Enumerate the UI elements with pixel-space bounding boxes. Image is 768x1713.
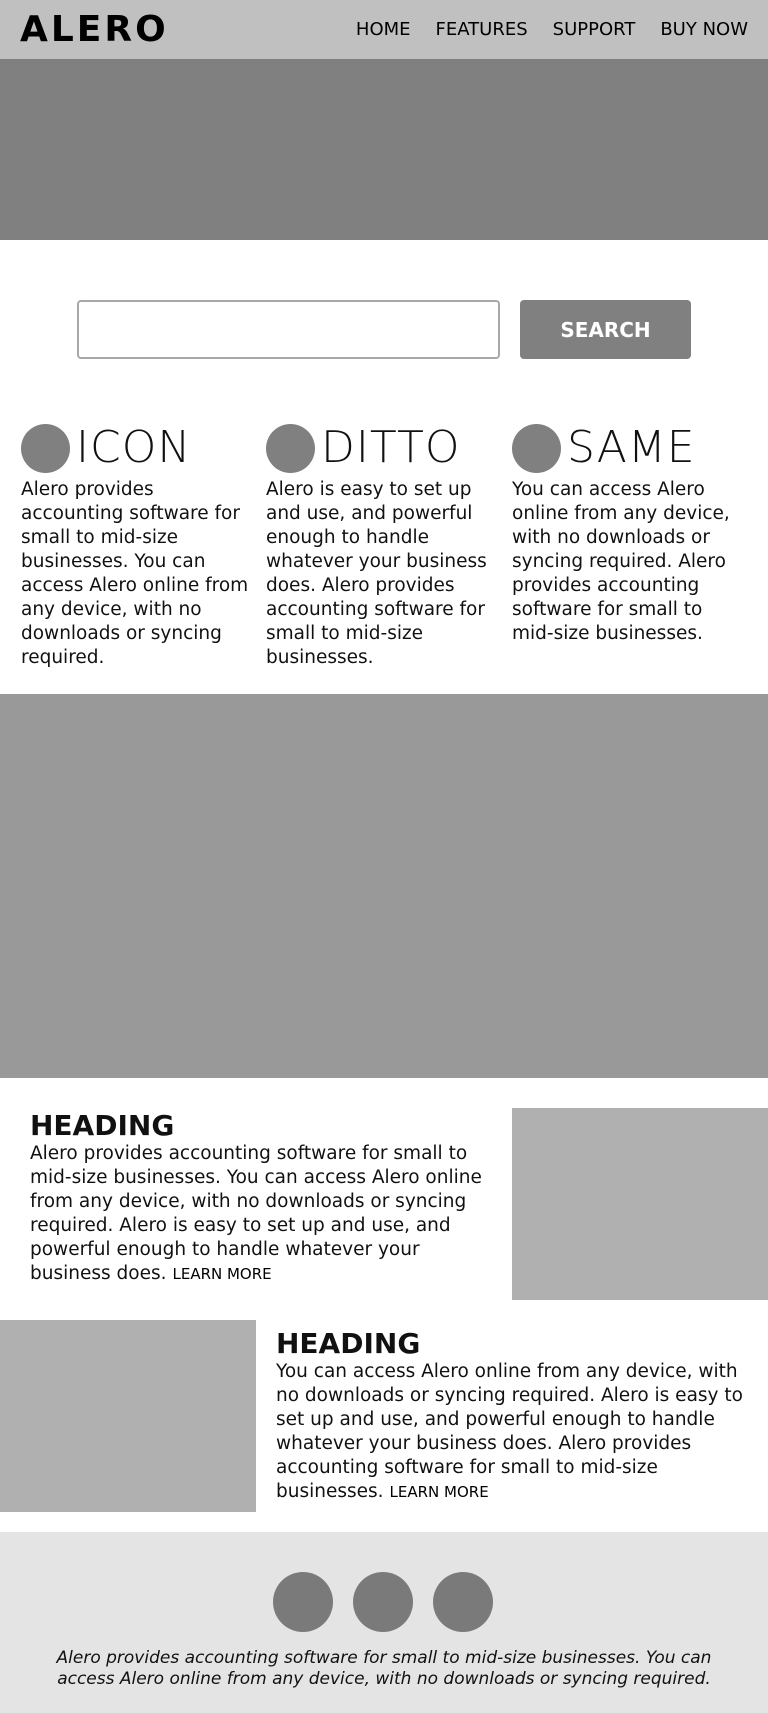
- site-header: ALERO HOME FEATURES SUPPORT BUY NOW: [0, 0, 768, 59]
- circle-icon: [512, 423, 561, 473]
- search-button[interactable]: SEARCH: [520, 300, 691, 359]
- nav-buy-now-link[interactable]: BUY NOW: [660, 18, 748, 42]
- section-text: Alero provides accounting software for s…: [30, 1143, 482, 1284]
- feature-text: Alero provides accounting software for s…: [21, 479, 249, 668]
- search-input[interactable]: [77, 300, 500, 359]
- section-body: You can access Alero online from any dev…: [276, 1360, 746, 1504]
- social-links: [273, 1572, 493, 1632]
- feature-same-column: SAME You can access Alero online from an…: [512, 423, 747, 646]
- feature-title: SAME: [567, 422, 696, 473]
- section-image-placeholder: [0, 1320, 256, 1512]
- section-heading: HEADING: [30, 1109, 175, 1142]
- banner-image-placeholder: [0, 694, 768, 1078]
- nav-home-link[interactable]: HOME: [356, 18, 411, 42]
- site-footer: Alero provides accounting software for s…: [0, 1532, 768, 1713]
- feature-head: ICON: [21, 423, 256, 473]
- section-heading: HEADING: [276, 1327, 421, 1360]
- logo[interactable]: ALERO: [20, 8, 169, 52]
- feature-head: SAME: [512, 423, 747, 473]
- main-nav: HOME FEATURES SUPPORT BUY NOW: [356, 18, 748, 42]
- nav-features-link[interactable]: FEATURES: [436, 18, 528, 42]
- content-section-2: HEADING You can access Alero online from…: [276, 1328, 746, 1504]
- social-circle-icon[interactable]: [353, 1572, 413, 1632]
- feature-head: DITTO: [266, 423, 501, 473]
- feature-text: You can access Alero online from any dev…: [512, 479, 730, 644]
- circle-icon: [266, 423, 315, 473]
- content-section-1: HEADING Alero provides accounting softwa…: [30, 1110, 500, 1286]
- learn-more-link[interactable]: LEARN MORE: [172, 1265, 271, 1283]
- nav-support-link[interactable]: SUPPORT: [553, 18, 636, 42]
- section-body: Alero provides accounting software for s…: [30, 1142, 500, 1286]
- footer-text: Alero provides accounting software for s…: [56, 1648, 712, 1689]
- feature-title: ICON: [76, 422, 192, 473]
- learn-more-link[interactable]: LEARN MORE: [390, 1483, 489, 1501]
- section-text: You can access Alero online from any dev…: [276, 1361, 743, 1502]
- feature-ditto-column: DITTO Alero is easy to set up and use, a…: [266, 423, 501, 670]
- feature-icon-column: ICON Alero provides accounting software …: [21, 423, 256, 670]
- social-circle-icon[interactable]: [273, 1572, 333, 1632]
- social-circle-icon[interactable]: [433, 1572, 493, 1632]
- circle-icon: [21, 423, 70, 473]
- feature-title: DITTO: [321, 422, 461, 473]
- feature-text: Alero is easy to set up and use, and pow…: [266, 479, 487, 668]
- section-image-placeholder: [512, 1108, 768, 1300]
- hero-image-placeholder: [0, 59, 768, 240]
